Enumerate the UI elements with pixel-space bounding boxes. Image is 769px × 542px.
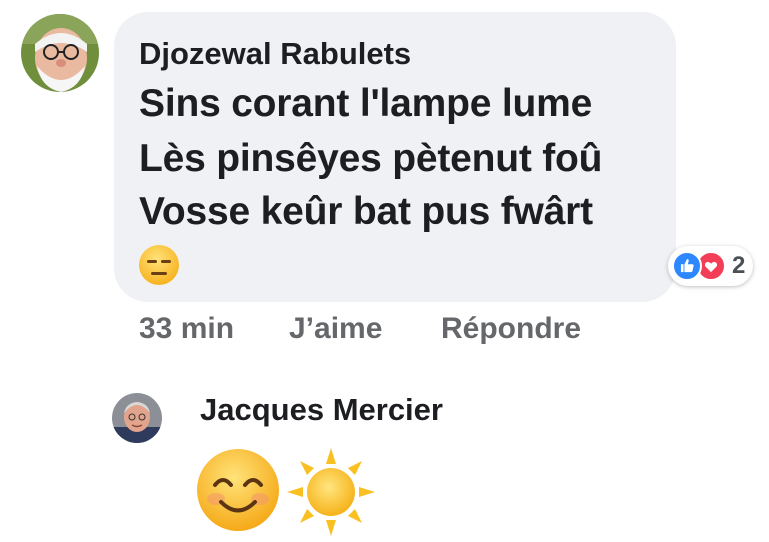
avatar-image [112, 393, 162, 443]
reply-author[interactable]: Jacques Mercier [200, 392, 443, 428]
avatar-jacques[interactable] [112, 393, 162, 443]
reactions-summary[interactable]: 2 [668, 246, 754, 286]
comment-author[interactable]: Djozewal Rabulets [139, 36, 411, 72]
smiling-face-emoji [197, 449, 279, 531]
avatar-djozewal[interactable] [21, 14, 99, 92]
like-button[interactable]: J’aime [289, 312, 382, 346]
reply-button[interactable]: Répondre [441, 312, 581, 346]
comment-text-line: Lès pinsêyes pètenut foû [139, 137, 603, 180]
reaction-count: 2 [732, 252, 746, 279]
comment-timestamp[interactable]: 33 min [139, 312, 234, 346]
sun-emoji [287, 448, 375, 536]
avatar-image [21, 14, 99, 92]
comment-bubble: Djozewal Rabulets Sins corant l'lampe lu… [114, 12, 676, 302]
comment-text-line: Sins corant l'lampe lume [139, 82, 593, 125]
expressionless-face-emoji [139, 245, 179, 285]
like-icon [672, 251, 702, 281]
comment-text-line: Vosse keûr bat pus fwârt [139, 190, 593, 233]
